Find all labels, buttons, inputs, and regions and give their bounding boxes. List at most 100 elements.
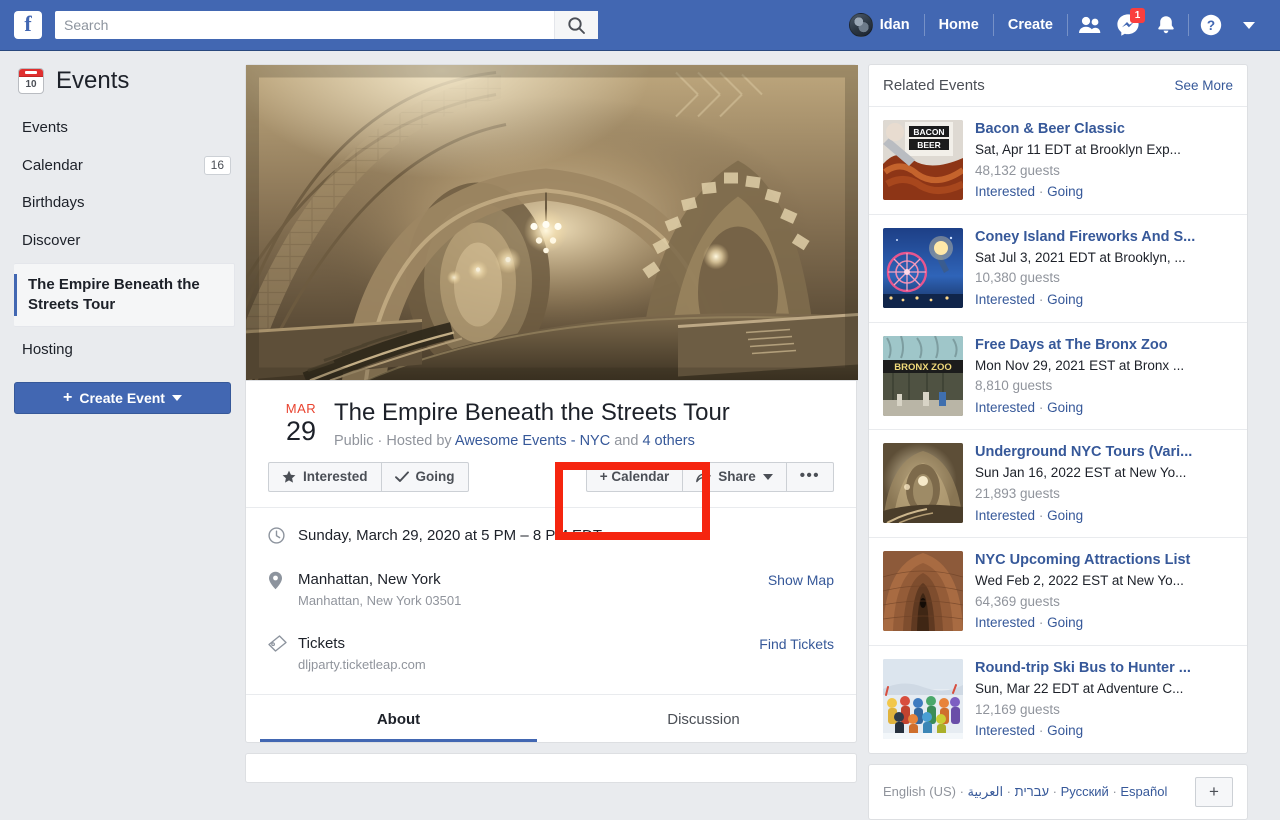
home-link[interactable]: Home (928, 10, 990, 40)
calendar-icon-day: 10 (25, 79, 37, 90)
more-options-button[interactable]: ••• (785, 461, 834, 492)
see-more-link[interactable]: See More (1174, 78, 1233, 93)
search-button[interactable] (554, 11, 598, 39)
sidebar-item-current-event[interactable]: The Empire Beneath the Streets Tour (14, 263, 235, 327)
event-tickets-row: Tickets dljparty.ticketleap.com Find Tic… (268, 622, 834, 686)
messages-badge: 1 (1130, 8, 1145, 23)
search-input[interactable] (55, 12, 554, 38)
language-selector-card: English (US) · עברית · العربية · Русский… (868, 763, 1248, 820)
bacon-beer-thumb: BACON BEER (883, 120, 963, 200)
related-event-item[interactable]: BRONX ZOO Free Days at The Bronx Zoo Mon… (869, 323, 1247, 431)
create-link[interactable]: Create (997, 10, 1064, 40)
related-event-item[interactable]: BACON BEER Bacon & Beer Classic Sat, Apr… (869, 107, 1247, 215)
notifications-button[interactable] (1149, 10, 1183, 40)
divider (923, 14, 925, 36)
related-going-link[interactable]: Going (1047, 615, 1083, 630)
top-navigation-bar: f Idan Home Create (0, 0, 1280, 51)
related-event-item[interactable]: NYC Upcoming Attractions List Wed Feb 2,… (869, 538, 1247, 646)
event-tickets-url: dljparty.ticketleap.com (298, 657, 426, 673)
profile-name: Idan (879, 17, 910, 33)
main-content: MAR 29 The Empire Beneath the Streets To… (245, 64, 858, 783)
related-event-body: Round-trip Ski Bus to Hunter ... Sun, Ma… (975, 659, 1233, 740)
tab-about[interactable]: About (246, 695, 551, 742)
going-button[interactable]: Going (380, 461, 469, 492)
language-link-spanish[interactable]: Español (1120, 784, 1167, 799)
related-event-name[interactable]: Coney Island Fireworks And S... (975, 228, 1233, 246)
related-event-name[interactable]: Bacon & Beer Classic (975, 120, 1233, 138)
related-interested-link[interactable]: Interested (975, 400, 1035, 415)
other-hosts-link[interactable]: 4 others (642, 433, 694, 449)
related-interested-link[interactable]: Interested (975, 292, 1035, 307)
messages-button[interactable]: 1 (1111, 8, 1145, 40)
related-going-link[interactable]: Going (1047, 184, 1083, 199)
sidebar-header: 10 Events (0, 51, 245, 103)
bell-icon (1158, 16, 1174, 34)
related-event-when: Sun, Mar 22 EDT at Adventure C... (975, 680, 1184, 696)
add-to-calendar-button[interactable]: + Calendar (585, 461, 683, 492)
find-tickets-link[interactable]: Find Tickets (759, 634, 834, 652)
related-events-header: Related Events See More (869, 65, 1247, 107)
ski-group-thumb (883, 658, 963, 739)
event-action-bar: Interested Going + Calendar Share ••• (246, 449, 856, 508)
related-event-name[interactable]: Underground NYC Tours (Vari... (975, 443, 1233, 461)
sidebar-item-birthdays[interactable]: Birthdays (0, 184, 245, 222)
language-link-arabic[interactable]: العربية (968, 784, 1004, 799)
related-event-body: Underground NYC Tours (Vari... Sun Jan 1… (975, 443, 1233, 524)
related-event-item[interactable]: Coney Island Fireworks And S... Sat Jul … (869, 215, 1247, 323)
sidebar-item-calendar[interactable]: Calendar 16 (0, 147, 245, 185)
create-event-button[interactable]: + Create Event (14, 382, 231, 415)
dot-separator: · (1038, 507, 1048, 523)
profile-link[interactable]: Idan (838, 10, 921, 40)
related-going-link[interactable]: Going (1047, 723, 1083, 738)
star-icon (282, 470, 296, 483)
related-event-name[interactable]: Free Days at The Bronx Zoo (975, 336, 1233, 354)
related-events-card: Related Events See More BACON BEER Bacon… (868, 64, 1248, 754)
friend-requests-button[interactable] (1073, 10, 1107, 40)
tab-discussion[interactable]: Discussion (551, 695, 856, 742)
event-card: MAR 29 The Empire Beneath the Streets To… (245, 64, 858, 743)
related-event-name[interactable]: NYC Upcoming Attractions List (975, 551, 1233, 569)
event-date-day: 29 (285, 416, 317, 446)
event-datetime: Sunday, March 29, 2020 at 5 PM – 8 PM ED… (298, 526, 834, 546)
help-button[interactable]: ? (1194, 10, 1228, 40)
interested-button[interactable]: Interested (268, 461, 381, 492)
related-event-thumbnail (883, 658, 963, 739)
sidebar-item-label: Birthdays (22, 194, 85, 212)
chevron-down-icon (1243, 21, 1255, 29)
account-menu-button[interactable] (1232, 10, 1266, 40)
language-link-hebrew[interactable]: עברית (1015, 784, 1049, 799)
show-map-link[interactable]: Show Map (768, 570, 834, 588)
secondary-button-group: + Calendar Share ••• (585, 461, 834, 492)
share-button[interactable]: Share (682, 461, 786, 492)
event-tickets: Tickets dljparty.ticketleap.com (298, 634, 759, 674)
related-event-item[interactable]: Underground NYC Tours (Vari... Sun Jan 1… (869, 430, 1247, 539)
add-language-button[interactable]: + (1195, 776, 1233, 807)
event-cover-photo[interactable] (246, 65, 858, 381)
clock-icon (268, 527, 285, 544)
cover-photo-illustration (246, 65, 858, 380)
sidebar-item-hosting[interactable]: Hosting (0, 331, 245, 369)
event-location-row: Manhattan, New York Manhattan, New York … (268, 558, 834, 622)
related-interested-link[interactable]: Interested (975, 723, 1035, 738)
language-link-russian[interactable]: Русский (1061, 784, 1109, 799)
related-interested-link[interactable]: Interested (975, 615, 1035, 630)
related-going-link[interactable]: Going (1047, 400, 1083, 415)
facebook-logo-icon[interactable]: f (14, 11, 42, 39)
related-going-link[interactable]: Going (1047, 508, 1083, 523)
related-event-actions: Interested · Going (975, 507, 1233, 525)
host-link[interactable]: Awesome Events - NYC (455, 433, 610, 449)
sidebar-item-discover[interactable]: Discover (0, 222, 245, 260)
related-event-name[interactable]: Round-trip Ski Bus to Hunter ... (975, 659, 1233, 677)
svg-text:BEER: BEER (917, 140, 941, 150)
related-interested-link[interactable]: Interested (975, 184, 1035, 199)
event-datetime-text: Sunday, March 29, 2020 at 5 PM – 8 PM ED… (298, 526, 603, 544)
sidebar-item-events[interactable]: Events (0, 109, 245, 147)
location-icon-wrap (268, 570, 298, 590)
related-event-guests: 8,810 guests (975, 378, 1053, 394)
related-interested-link[interactable]: Interested (975, 508, 1035, 523)
event-tabs: About Discussion (246, 693, 856, 742)
related-event-item[interactable]: Round-trip Ski Bus to Hunter ... Sun, Ma… (869, 646, 1247, 753)
related-going-link[interactable]: Going (1047, 292, 1083, 307)
divider (1188, 14, 1189, 36)
related-event-guests: 64,369 guests (975, 593, 1060, 609)
